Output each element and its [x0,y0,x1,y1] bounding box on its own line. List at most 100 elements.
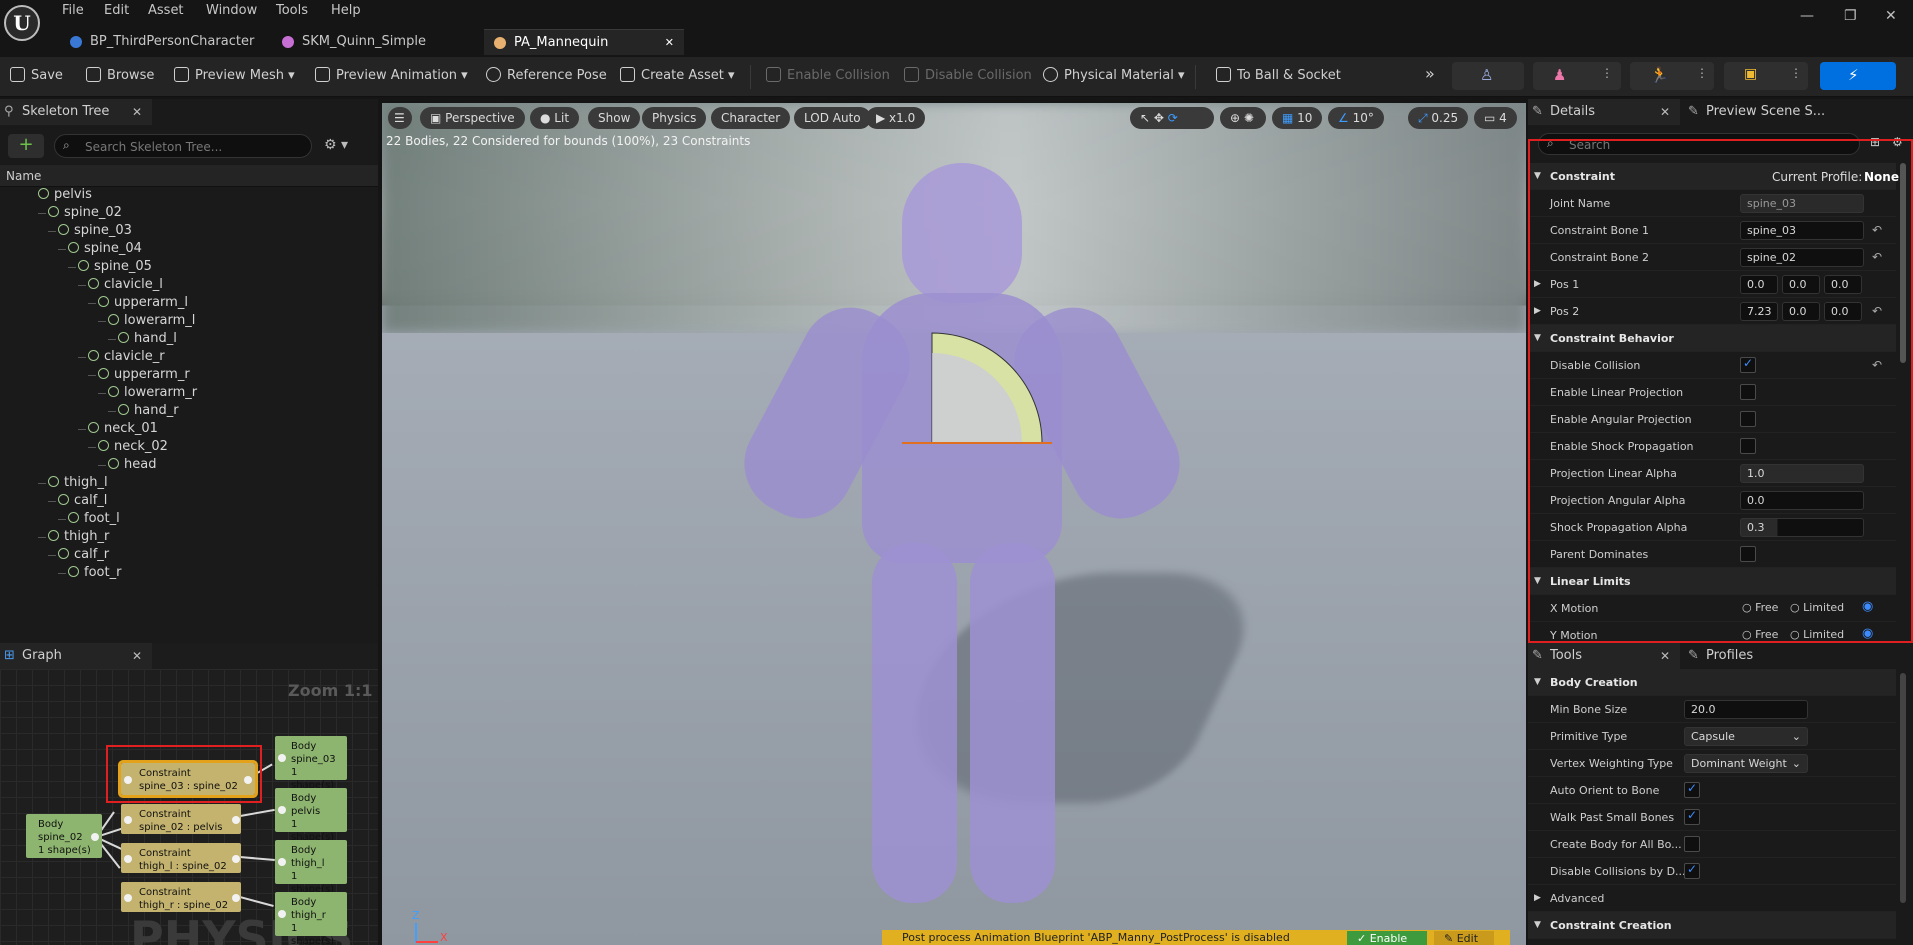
bone-row-lowerarm-l[interactable]: lowerarm_l [108,313,195,328]
settings-gear-icon[interactable]: ⚙ ▾ [324,137,348,153]
joint-name-field[interactable]: spine_03 [1740,194,1864,213]
bone-row-calf-r[interactable]: calf_r [58,547,109,562]
lod-button[interactable]: LOD Auto [794,107,871,129]
bone-row-spine-04[interactable]: spine_04 [68,241,142,256]
tab-skm-quinn-simple[interactable]: SKM_Quinn_Simple [272,29,480,55]
close-tab-icon[interactable]: ✕ [132,99,142,125]
bone-row-thigh-r[interactable]: thigh_r [48,529,109,544]
reference-pose-button[interactable]: Reference Pose [486,67,607,83]
enable-linear-projection-checkbox[interactable] [1740,384,1756,400]
pos-2-x-field[interactable]: 7.23 [1740,302,1778,321]
browse-button[interactable]: Browse [86,67,154,83]
edit-button[interactable]: ✎ Edit [1434,931,1494,945]
node-pin[interactable] [278,754,286,762]
constraint-bone-1-field[interactable]: spine_03 [1740,221,1864,240]
bone-row-spine-02[interactable]: spine_02 [48,205,122,220]
minimize-button[interactable]: — [1800,8,1814,24]
graph-tab[interactable]: ⊞ Graph ✕ [0,643,152,669]
node-constraint-thigh-l-spine-02[interactable]: Constraint thigh_l : spine_02 [121,843,241,873]
skeleton-mode-button[interactable]: ♙ [1452,62,1524,90]
tab-bp-thirdpersoncharacter[interactable]: BP_ThirdPersonCharacter [60,29,270,55]
bone-row-upperarm-l[interactable]: upperarm_l [98,295,188,310]
reset-icon[interactable]: ↶ [1872,223,1882,237]
tab-pa-mannequin[interactable]: PA_Mannequin ✕ [484,29,684,55]
enable-button[interactable]: ✓ Enable [1347,931,1427,945]
unreal-logo-icon[interactable]: U [4,5,40,41]
preview-scene-tab[interactable]: ✎ Preview Scene S... [1684,99,1854,125]
menu-asset[interactable]: Asset [148,3,184,18]
expand-arrow-icon[interactable]: ▶ [1534,279,1541,289]
bone-row-spine-03[interactable]: spine_03 [58,223,132,238]
pos-1-y-field[interactable]: 0.0 [1782,275,1820,294]
table-view-icon[interactable]: ⊞ [1870,135,1880,149]
camera-speed-button[interactable]: ▭ 4 [1474,107,1517,129]
transform-tools[interactable]: ↖ ✥ ⟳ [1130,107,1214,129]
bone-row-head[interactable]: head [108,457,156,472]
x-motion-limited-radio[interactable]: ○ Limited [1790,601,1844,614]
lit-button[interactable]: ● Lit [530,107,580,129]
bone-row-foot-r[interactable]: foot_r [68,565,121,580]
create-body-all-checkbox[interactable] [1684,836,1700,852]
node-pin[interactable] [278,910,286,918]
y-motion-limited-radio[interactable]: ○ Limited [1790,628,1844,641]
disable-collision-button[interactable]: Disable Collision [904,67,1032,83]
create-asset-button[interactable]: Create Asset ▾ [620,67,735,83]
preview-mesh-button[interactable]: Preview Mesh ▾ [174,67,295,83]
shock-propagation-alpha-slider[interactable]: 0.3 [1740,518,1864,537]
expand-arrow-icon[interactable]: ▶ [1534,306,1541,316]
settings-gear-icon[interactable]: ⚙ [1892,135,1903,149]
viewport-menu-button[interactable]: ☰ [388,107,412,129]
bone-row-hand-r[interactable]: hand_r [118,403,179,418]
playback-speed-button[interactable]: ▶ x1.0 [866,107,926,129]
node-pin[interactable] [278,858,286,866]
angle-snap-button[interactable]: ∠ 10° [1328,107,1384,129]
node-pin[interactable] [124,816,132,824]
details-search-input[interactable]: ⌕ Search [1538,133,1860,155]
reset-icon[interactable]: ↶ [1872,250,1882,264]
node-pin[interactable] [91,833,99,841]
maximize-button[interactable]: ❐ [1844,8,1857,24]
coordinate-space-button[interactable]: ⊕ ✺ [1220,107,1266,129]
category-constraint[interactable]: ▼ Constraint Current Profile: None [1528,163,1899,190]
bone-row-thigh-l[interactable]: thigh_l [48,475,108,490]
primitive-type-dropdown[interactable]: Capsule ⌄ [1684,727,1808,746]
physics-mode-button[interactable]: ⚡ [1820,62,1896,90]
category-body-creation[interactable]: ▼ Body Creation [1528,669,1896,696]
bone-row-upperarm-r[interactable]: upperarm_r [98,367,190,382]
node-constraint-thigh-r-spine-02[interactable]: Constraint thigh_r : spine_02 [121,882,241,912]
menu-window[interactable]: Window [206,3,257,18]
tools-scrollbar[interactable] [1900,673,1906,903]
row-advanced[interactable]: ▶ Advanced [1528,885,1896,912]
character-button[interactable]: Character [711,107,791,129]
physical-material-button[interactable]: Physical Material ▾ [1043,67,1185,83]
pos-1-z-field[interactable]: 0.0 [1824,275,1862,294]
profiles-tab[interactable]: ✎ Profiles [1684,643,1804,669]
toolbar-overflow-icon[interactable]: » [1425,64,1435,83]
vertex-weighting-dropdown[interactable]: Dominant Weight ⌄ [1684,754,1808,773]
skeleton-search-input[interactable]: ⌕ Search Skeleton Tree... [54,134,312,158]
disable-collision-checkbox[interactable] [1740,356,1756,373]
grid-snap-button[interactable]: ▦ 10 [1272,107,1323,129]
show-button[interactable]: Show [588,107,641,129]
bone-row-neck-02[interactable]: neck_02 [98,439,168,454]
viewport[interactable]: ☰ ▣ Perspective ● Lit Show Physics Chara… [382,103,1526,945]
scale-snap-button[interactable]: ⤢ 0.25 [1408,107,1469,129]
category-constraint-behavior[interactable]: ▼ Constraint Behavior [1528,325,1896,352]
bone-row-foot-l[interactable]: foot_l [68,511,120,526]
auto-orient-checkbox[interactable] [1684,781,1700,798]
constraint-bone-2-field[interactable]: spine_02 [1740,248,1864,267]
bone-row-clavicle-l[interactable]: clavicle_l [88,277,163,292]
pos-2-z-field[interactable]: 0.0 [1824,302,1862,321]
blueprint-mode-button[interactable]: ▣ ⋮ [1724,62,1808,90]
close-tab-icon[interactable]: ✕ [1660,99,1670,125]
node-pin[interactable] [278,806,286,814]
bone-row-neck-01[interactable]: neck_01 [88,421,158,436]
projection-linear-alpha-slider[interactable]: 1.0 [1740,464,1864,483]
enable-angular-projection-checkbox[interactable] [1740,411,1756,427]
close-tab-icon[interactable]: ✕ [1660,643,1670,669]
bone-row-clavicle-r[interactable]: clavicle_r [88,349,165,364]
node-constraint-spine-02-pelvis[interactable]: Constraint spine_02 : pelvis [121,804,241,834]
bone-row-hand-l[interactable]: hand_l [118,331,177,346]
physics-button[interactable]: Physics [642,107,707,129]
pos-2-y-field[interactable]: 0.0 [1782,302,1820,321]
